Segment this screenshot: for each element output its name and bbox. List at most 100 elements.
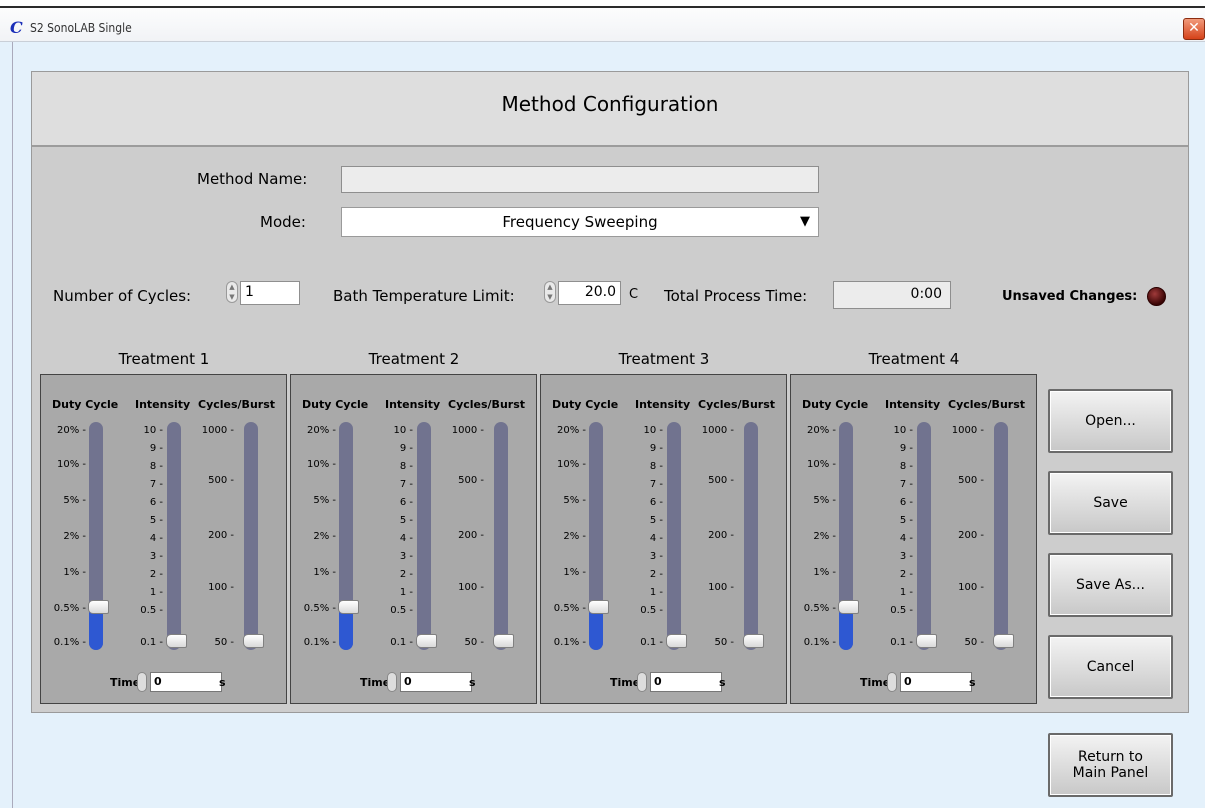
method-name-input[interactable] xyxy=(341,166,819,193)
duty-tick-label: 10% - xyxy=(556,459,586,470)
cycles-burst-slider[interactable] xyxy=(994,422,1008,650)
mode-label: Mode: xyxy=(260,213,306,231)
intensity-slider[interactable] xyxy=(667,422,681,650)
duty-cycle-slider[interactable] xyxy=(89,422,103,650)
intensity-tick-label: 0.1 - xyxy=(640,637,663,648)
intensity-thumb[interactable] xyxy=(416,634,437,648)
intensity-tick-label: 2 - xyxy=(899,569,913,580)
intensity-tick-label: 9 - xyxy=(899,443,913,454)
duty-tick-label: 1% - xyxy=(813,567,836,578)
duty-cycle-header: Duty Cycle xyxy=(802,398,869,411)
page-title: Method Configuration xyxy=(32,72,1188,147)
treatment-title: Treatment 2 xyxy=(368,350,460,368)
duty-cycle-header: Duty Cycle xyxy=(302,398,369,411)
cycles-burst-slider[interactable] xyxy=(744,422,758,650)
duty-cycle-thumb[interactable] xyxy=(338,600,359,614)
cycles-burst-header: Cycles/Burst xyxy=(698,398,776,411)
duty-tick-label: 0.1% - xyxy=(53,637,86,648)
duty-tick-label: 2% - xyxy=(563,531,586,542)
cycles-tick-label: 200 - xyxy=(958,530,984,541)
bath-temp-input[interactable]: 20.0 xyxy=(558,281,621,305)
duty-tick-label: 5% - xyxy=(563,495,586,506)
duty-cycle-thumb[interactable] xyxy=(88,600,109,614)
led-indicator-icon xyxy=(1147,287,1166,306)
cycles-spinner-icon[interactable]: ▲ ▼ xyxy=(226,281,238,303)
duty-tick-label: 20% - xyxy=(56,425,86,436)
time-label: Time xyxy=(360,676,391,689)
save-button[interactable]: Save xyxy=(1048,471,1173,535)
intensity-tick-label: 3 - xyxy=(399,551,413,562)
cycles-input[interactable]: 1 xyxy=(240,281,300,305)
treatment-title: Treatment 4 xyxy=(868,350,960,368)
intensity-slider[interactable] xyxy=(167,422,181,650)
intensity-tick-label: 8 - xyxy=(399,461,413,472)
cycles-tick-label: 1000 - xyxy=(451,425,484,436)
treatment-title: Treatment 1 xyxy=(118,350,210,368)
duty-tick-label: 10% - xyxy=(806,459,836,470)
intensity-tick-label: 1 - xyxy=(399,587,413,598)
duty-cycle-thumb[interactable] xyxy=(838,600,859,614)
intensity-tick-label: 4 - xyxy=(649,533,663,544)
cycles-tick-label: 50 - xyxy=(214,637,234,648)
cancel-button[interactable]: Cancel xyxy=(1048,635,1173,699)
intensity-tick-label: 0.1 - xyxy=(140,637,163,648)
duty-tick-label: 0.1% - xyxy=(803,637,836,648)
close-button[interactable]: ✕ xyxy=(1183,18,1205,40)
cycles-tick-label: 100 - xyxy=(458,582,484,593)
intensity-thumb[interactable] xyxy=(666,634,687,648)
duty-tick-label: 5% - xyxy=(813,495,836,506)
intensity-tick-label: 10 - xyxy=(893,425,913,436)
intensity-tick-label: 10 - xyxy=(393,425,413,436)
intensity-thumb[interactable] xyxy=(166,634,187,648)
cycles-burst-thumb[interactable] xyxy=(243,634,264,648)
time-spinner-icon[interactable] xyxy=(137,672,147,692)
bath-temp-spinner-icon[interactable]: ▲ ▼ xyxy=(544,281,556,303)
duty-tick-label: 0.5% - xyxy=(553,603,586,614)
time-input[interactable]: 0 xyxy=(900,672,972,692)
cycles-burst-thumb[interactable] xyxy=(743,634,764,648)
unsaved-changes-label: Unsaved Changes: xyxy=(1002,289,1138,304)
time-spinner-icon[interactable] xyxy=(387,672,397,692)
intensity-tick-label: 4 - xyxy=(149,533,163,544)
duty-tick-label: 1% - xyxy=(313,567,336,578)
time-spinner-icon[interactable] xyxy=(887,672,897,692)
triangle-down-icon: ▼ xyxy=(800,214,810,229)
duty-cycle-slider[interactable] xyxy=(589,422,603,650)
intensity-slider[interactable] xyxy=(417,422,431,650)
intensity-tick-label: 2 - xyxy=(649,569,663,580)
time-input[interactable]: 0 xyxy=(650,672,722,692)
duty-cycle-fill xyxy=(839,608,853,650)
cycles-burst-thumb[interactable] xyxy=(493,634,514,648)
total-time-label: Total Process Time: xyxy=(664,287,808,305)
treatment-panel: Duty Cycle Intensity Cycles/Burst 20% - 10% … xyxy=(290,374,537,704)
intensity-slider[interactable] xyxy=(917,422,931,650)
save-as-button[interactable]: Save As... xyxy=(1048,553,1173,617)
return-main-panel-button[interactable]: Return to Main Panel xyxy=(1048,733,1173,797)
mode-select[interactable]: Frequency Sweeping ▼ xyxy=(341,207,819,237)
cycles-label: Number of Cycles: xyxy=(53,287,192,305)
cycles-tick-label: 500 - xyxy=(208,475,234,486)
cycles-burst-slider[interactable] xyxy=(494,422,508,650)
intensity-tick-label: 5 - xyxy=(399,515,413,526)
intensity-tick-label: 6 - xyxy=(899,497,913,508)
intensity-tick-label: 5 - xyxy=(149,515,163,526)
cycles-tick-label: 200 - xyxy=(708,530,734,541)
time-input[interactable]: 0 xyxy=(150,672,222,692)
cycles-tick-label: 50 - xyxy=(714,637,734,648)
time-input[interactable]: 0 xyxy=(400,672,472,692)
title-bar-top-edge xyxy=(0,0,1205,8)
intensity-thumb[interactable] xyxy=(916,634,937,648)
intensity-header: Intensity xyxy=(635,398,691,411)
intensity-tick-label: 6 - xyxy=(399,497,413,508)
duty-cycle-thumb[interactable] xyxy=(588,600,609,614)
cycles-burst-thumb[interactable] xyxy=(993,634,1014,648)
duty-cycle-slider[interactable] xyxy=(339,422,353,650)
time-spinner-icon[interactable] xyxy=(637,672,647,692)
duty-cycle-slider[interactable] xyxy=(839,422,853,650)
cycles-tick-label: 100 - xyxy=(708,582,734,593)
time-unit: s xyxy=(719,676,726,689)
duty-tick-label: 5% - xyxy=(313,495,336,506)
cycles-burst-slider[interactable] xyxy=(244,422,258,650)
open-button[interactable]: Open... xyxy=(1048,389,1173,453)
treatment-panel: Duty Cycle Intensity Cycles/Burst 20% - 10% … xyxy=(40,374,287,704)
